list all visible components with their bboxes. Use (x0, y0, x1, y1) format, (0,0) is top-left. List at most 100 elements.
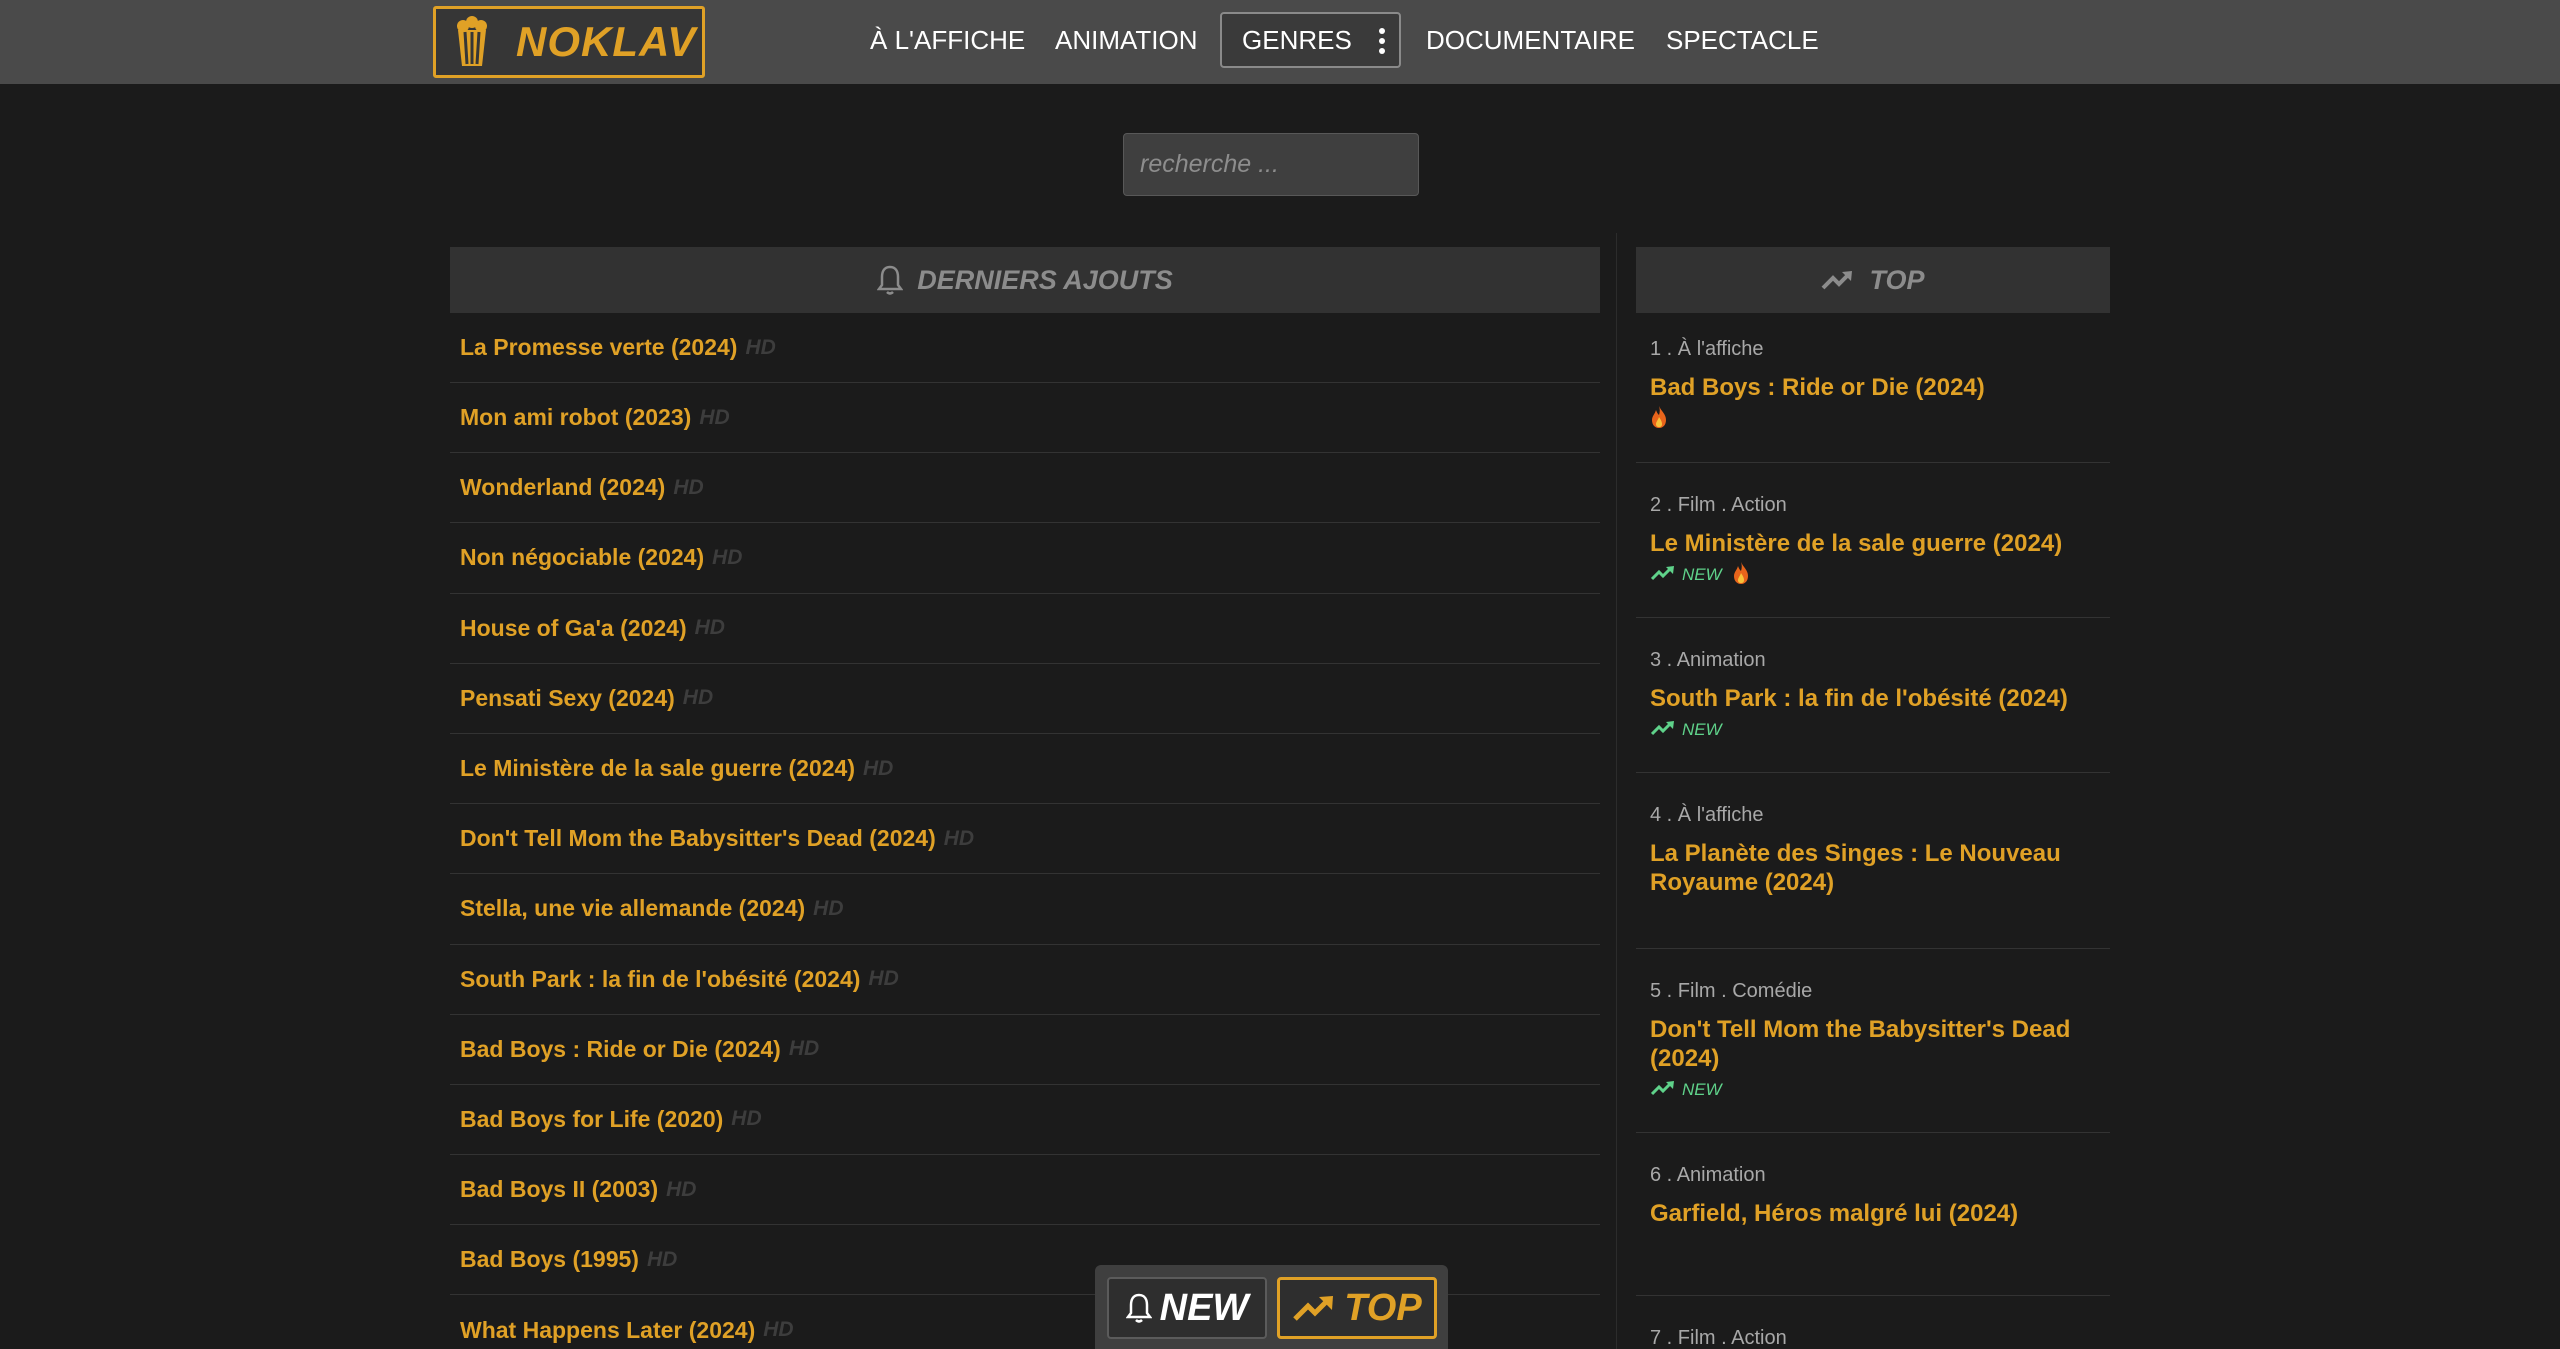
nav-documentaire[interactable]: DOCUMENTAIRE (1426, 0, 1635, 80)
top-navbar: NOKLAV À L'AFFICHE ANIMATION GENRES DOCU… (0, 0, 2560, 84)
latest-list-item[interactable]: House of Ga'a (2024) HD (450, 594, 1600, 664)
column-divider (1616, 233, 1617, 1349)
top-list-item: 4 . À l'affiche La Planète des Singes : L… (1636, 773, 2110, 949)
nav-animation[interactable]: ANIMATION (1055, 0, 1198, 80)
top-item-meta: 7 . Film . Action (1650, 1327, 1787, 1349)
latest-header-title: DERNIERS AJOUTS (917, 264, 1173, 295)
top-item-meta: 6 . Animation (1650, 1164, 1766, 1186)
movie-title-link[interactable]: Stella, une vie allemande (2024) (460, 895, 805, 922)
movie-title-link[interactable]: Wonderland (2024) (460, 474, 665, 501)
top-item-badges: NEW (1650, 1077, 2096, 1103)
movie-title-link[interactable]: House of Ga'a (2024) (460, 615, 687, 642)
new-badge-label: NEW (1682, 565, 1722, 584)
new-button-label: NEW (1159, 1286, 1249, 1329)
latest-list-item[interactable]: La Promesse verte (2024) HD (450, 313, 1600, 383)
brand-name: NOKLAV (516, 18, 697, 65)
latest-list-item[interactable]: Bad Boys : Ride or Die (2024) HD (450, 1015, 1600, 1085)
latest-list-item[interactable]: Don't Tell Mom the Babysitter's Dead (20… (450, 804, 1600, 875)
movie-title-link[interactable]: Bad Boys II (2003) (460, 1176, 658, 1203)
nav-genres-label: GENRES (1242, 24, 1352, 55)
new-badge-label: NEW (1682, 720, 1722, 739)
top-button-label: TOP (1344, 1286, 1422, 1329)
top-item-title-link[interactable]: Garfield, Héros malgré lui (2024) (1650, 1199, 2096, 1228)
top-item-badges: NEW (1650, 561, 2096, 590)
hd-quality-badge: HD (682, 686, 714, 710)
movie-title-link[interactable]: Mon ami robot (2023) (460, 404, 691, 431)
brand-logo[interactable]: NOKLAV (433, 6, 705, 78)
latest-list-item[interactable]: Bad Boys for Life (2020) HD (450, 1085, 1600, 1156)
movie-title-link[interactable]: Bad Boys : Ride or Die (2024) (460, 1036, 781, 1063)
trending-up-icon (1822, 271, 1853, 290)
top-header-title: TOP (1869, 264, 1925, 295)
top-list-item: 5 . Film . Comédie Don't Tell Mom the Bab… (1636, 949, 2110, 1133)
nav-spectacle[interactable]: SPECTACLE (1666, 0, 1819, 80)
top-item-title-link[interactable]: Bad Boys : Ride or Die (2024) (1650, 373, 2096, 402)
floating-switch: NEW TOP (1095, 1265, 1448, 1349)
trending-up-icon (1293, 1296, 1334, 1321)
bell-icon (877, 265, 904, 295)
latest-header: DERNIERS AJOUTS (450, 247, 1600, 313)
top-list-item: 2 . Film . Action Le Ministère de la sale… (1636, 463, 2110, 618)
hd-quality-badge: HD (646, 1247, 678, 1271)
latest-list-item[interactable]: South Park : la fin de l'obésité (2024) H… (450, 945, 1600, 1015)
kebab-menu-icon (1379, 28, 1385, 54)
movie-title-link[interactable]: South Park : la fin de l'obésité (2024) (460, 966, 860, 993)
hd-quality-badge: HD (943, 826, 975, 850)
nav-a-laffiche[interactable]: À L'AFFICHE (870, 0, 1025, 80)
latest-list-item[interactable]: Stella, une vie allemande (2024) HD (450, 874, 1600, 945)
top-panel: TOP 1 . À l'affiche Bad Boys : Ride or Di… (1636, 247, 2110, 1349)
movie-title-link[interactable]: What Happens Later (2024) (460, 1317, 755, 1344)
movie-title-link[interactable]: Non négociable (2024) (460, 544, 704, 571)
hd-quality-badge: HD (763, 1318, 794, 1342)
latest-panel: DERNIERS AJOUTS La Promesse verte (2024)… (450, 247, 1600, 1349)
fire-icon (1650, 405, 1668, 434)
latest-list: La Promesse verte (2024) HD Mon ami robot … (450, 313, 1600, 1349)
top-item-title-link[interactable]: Le Ministère de la sale guerre (2024) (1650, 529, 2096, 558)
movie-title-link[interactable]: Le Ministère de la sale guerre (2024) (460, 755, 855, 782)
top-item-badges: NEW (1650, 717, 2096, 743)
movie-title-link[interactable]: Bad Boys (1995) (460, 1246, 639, 1273)
nav-genres-dropdown[interactable]: GENRES (1220, 12, 1401, 68)
movie-title-link[interactable]: Pensati Sexy (2024) (460, 685, 675, 712)
popcorn-icon (457, 16, 487, 66)
latest-list-item[interactable]: Bad Boys II (2003) HD (450, 1155, 1600, 1226)
new-badge: NEW (1650, 719, 1722, 742)
latest-list-item[interactable]: Mon ami robot (2023) HD (450, 383, 1600, 454)
new-button[interactable]: NEW (1107, 1277, 1267, 1339)
latest-list-item[interactable]: Non négociable (2024) HD (450, 523, 1600, 594)
new-badge: NEW (1650, 564, 1722, 587)
top-list: 1 . À l'affiche Bad Boys : Ride or Die (2… (1636, 313, 2110, 1349)
top-list-item: 7 . Film . Action (1636, 1296, 2110, 1349)
hd-quality-badge: HD (712, 545, 743, 569)
top-item-meta: 2 . Film . Action (1650, 494, 1787, 516)
hd-quality-badge: HD (868, 967, 899, 991)
top-item-title-link[interactable]: South Park : la fin de l'obésité (2024) (1650, 684, 2096, 713)
movie-title-link[interactable]: Bad Boys for Life (2020) (460, 1106, 723, 1133)
hd-quality-badge: HD (731, 1107, 762, 1131)
top-item-title-link[interactable]: La Planète des Singes : Le Nouveau Royau… (1650, 839, 2096, 897)
top-item-meta: 3 . Animation (1650, 649, 1766, 671)
search-input[interactable] (1123, 133, 1419, 196)
movie-title-link[interactable]: La Promesse verte (2024) (460, 334, 737, 361)
latest-list-item[interactable]: Le Ministère de la sale guerre (2024) HD (450, 734, 1600, 805)
hd-quality-badge: HD (694, 616, 725, 640)
trending-up-icon (1650, 1079, 1682, 1102)
top-item-title-link[interactable]: Don't Tell Mom the Babysitter's Dead (20… (1650, 1015, 2096, 1073)
top-button[interactable]: TOP (1277, 1277, 1437, 1339)
new-badge-label: NEW (1682, 1080, 1722, 1099)
latest-list-item[interactable]: Wonderland (2024) HD (450, 453, 1600, 524)
fire-icon (1732, 561, 1750, 590)
top-list-item: 6 . Animation Garfield, Héros malgré lui … (1636, 1133, 2110, 1296)
hd-quality-badge: HD (863, 756, 894, 780)
hd-quality-badge: HD (666, 1177, 697, 1201)
hd-quality-badge: HD (745, 335, 776, 359)
hd-quality-badge: HD (813, 896, 844, 920)
top-item-meta: 4 . À l'affiche (1650, 804, 1764, 826)
top-item-meta: 5 . Film . Comédie (1650, 980, 1813, 1002)
trending-up-icon (1650, 719, 1682, 742)
top-header: TOP (1636, 247, 2110, 313)
hd-quality-badge: HD (673, 475, 704, 499)
top-item-badges (1650, 405, 2096, 434)
latest-list-item[interactable]: Pensati Sexy (2024) HD (450, 664, 1600, 734)
movie-title-link[interactable]: Don't Tell Mom the Babysitter's Dead (20… (460, 825, 936, 852)
